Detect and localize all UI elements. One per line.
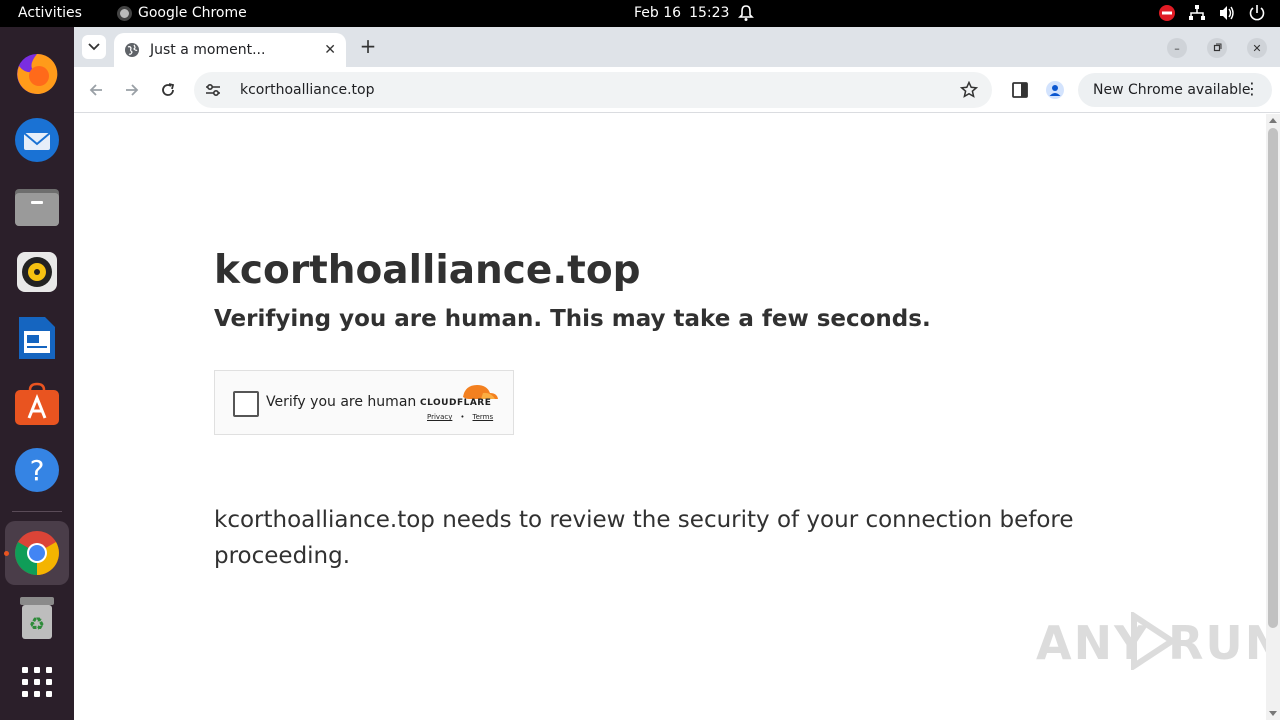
- app-name-label: Google Chrome: [138, 5, 247, 21]
- arrow-left-icon: [89, 84, 102, 96]
- dock-app-grid[interactable]: [12, 657, 62, 707]
- app-center-icon: [15, 382, 59, 425]
- clock-date: Feb 16: [634, 5, 682, 21]
- forward-button[interactable]: [121, 79, 143, 101]
- close-window-button[interactable]: ✕: [1247, 38, 1267, 58]
- scroll-down-arrow-icon[interactable]: [1269, 711, 1277, 716]
- tab-close-icon[interactable]: ✕: [324, 42, 336, 58]
- writer-icon: [19, 317, 55, 359]
- bookmark-star-icon[interactable]: [960, 81, 978, 99]
- chevron-down-icon: [88, 43, 100, 51]
- turnstile-widget: Verify you are human CLOUDFLARE Privacy …: [214, 370, 514, 435]
- address-bar[interactable]: kcorthoalliance.top: [194, 72, 992, 108]
- scrollbar-thumb[interactable]: [1268, 128, 1278, 628]
- watermark-run: RUN: [1168, 616, 1280, 670]
- thunderbird-icon: [15, 118, 59, 162]
- url-text[interactable]: kcorthoalliance.top: [240, 82, 374, 98]
- back-button[interactable]: [85, 79, 107, 101]
- system-top-bar: Activities Google Chrome Feb 16 15:23: [0, 0, 1280, 27]
- reload-button[interactable]: [157, 79, 179, 101]
- more-menu-icon[interactable]: ⋮: [1244, 79, 1260, 99]
- chrome-icon: [15, 531, 59, 575]
- svg-text:♻: ♻: [29, 614, 45, 635]
- globe-icon: [125, 43, 139, 57]
- verify-checkbox-label[interactable]: Verify you are human: [266, 394, 416, 410]
- side-panel-icon[interactable]: [1011, 81, 1029, 99]
- cloudflare-wordmark: CLOUDFLARE: [420, 398, 492, 408]
- clock[interactable]: Feb 16 15:23: [634, 5, 729, 21]
- chrome-app-icon: [117, 5, 132, 21]
- dock-firefox[interactable]: [12, 49, 62, 99]
- dock-thunderbird[interactable]: [12, 115, 62, 165]
- app-menu[interactable]: Google Chrome: [117, 5, 247, 21]
- links-separator: •: [460, 413, 465, 421]
- dock-separator: [12, 511, 62, 512]
- dock-app-center[interactable]: [12, 379, 62, 429]
- cloudflare-links: Privacy • Terms: [427, 413, 493, 421]
- dock-writer[interactable]: [12, 313, 62, 363]
- clock-time: 15:23: [689, 5, 730, 21]
- dock-help[interactable]: ?: [12, 445, 62, 495]
- rhythmbox-icon: [17, 252, 57, 292]
- dock-rhythmbox[interactable]: [12, 247, 62, 297]
- system-tray[interactable]: [1158, 4, 1266, 22]
- security-review-text: kcorthoalliance.top needs to review the …: [214, 507, 1074, 569]
- power-icon: [1249, 5, 1265, 21]
- trash-icon: ♻: [20, 597, 54, 639]
- dock-files[interactable]: [12, 181, 62, 231]
- app-grid-icon: [22, 667, 52, 697]
- firefox-icon: [17, 53, 58, 94]
- reload-icon: [162, 83, 175, 96]
- verification-subtitle: Verifying you are human. This may take a…: [214, 306, 931, 332]
- page-title: kcorthoalliance.top: [214, 248, 641, 293]
- anyrun-watermark: ANY RUN: [1036, 608, 1280, 674]
- site-info-icon[interactable]: [204, 81, 222, 99]
- dock: ? ♻: [0, 27, 74, 720]
- browser-toolbar: kcorthoalliance.top New Chrome available…: [74, 67, 1280, 113]
- terms-link[interactable]: Terms: [473, 413, 494, 421]
- tab-search-button[interactable]: [82, 35, 106, 59]
- restore-icon: [1213, 43, 1222, 52]
- volume-icon: [1220, 6, 1234, 20]
- chrome-window: Just a moment... ✕ + – ✕ kcorthoalliance…: [74, 27, 1280, 720]
- profile-avatar-icon[interactable]: [1046, 81, 1064, 99]
- files-icon: [15, 189, 59, 226]
- dock-trash[interactable]: ♻: [12, 593, 62, 643]
- maximize-button[interactable]: [1207, 38, 1227, 58]
- update-label: New Chrome available: [1093, 82, 1251, 98]
- minimize-button[interactable]: –: [1167, 38, 1187, 58]
- new-chrome-available-button[interactable]: New Chrome available ⋮: [1078, 73, 1272, 107]
- tab-title: Just a moment...: [150, 42, 266, 58]
- page-viewport: kcorthoalliance.top Verifying you are hu…: [74, 114, 1280, 720]
- help-icon: ?: [15, 448, 59, 492]
- new-tab-button[interactable]: +: [356, 35, 380, 59]
- notification-bell-icon[interactable]: [738, 4, 754, 22]
- tab-strip: Just a moment... ✕ + – ✕: [74, 27, 1280, 67]
- scroll-up-arrow-icon[interactable]: [1269, 118, 1277, 123]
- tab-active[interactable]: Just a moment... ✕: [114, 33, 346, 67]
- activities-button[interactable]: Activities: [18, 5, 82, 21]
- running-indicator: [4, 551, 9, 556]
- privacy-link[interactable]: Privacy: [427, 413, 452, 421]
- page-scrollbar[interactable]: [1266, 114, 1280, 720]
- arrow-right-icon: [126, 84, 139, 96]
- svg-text:?: ?: [30, 454, 45, 487]
- do-not-disturb-icon: [1159, 5, 1175, 21]
- dock-chrome[interactable]: [5, 521, 69, 585]
- network-icon: [1189, 5, 1205, 20]
- verify-checkbox[interactable]: [233, 391, 259, 417]
